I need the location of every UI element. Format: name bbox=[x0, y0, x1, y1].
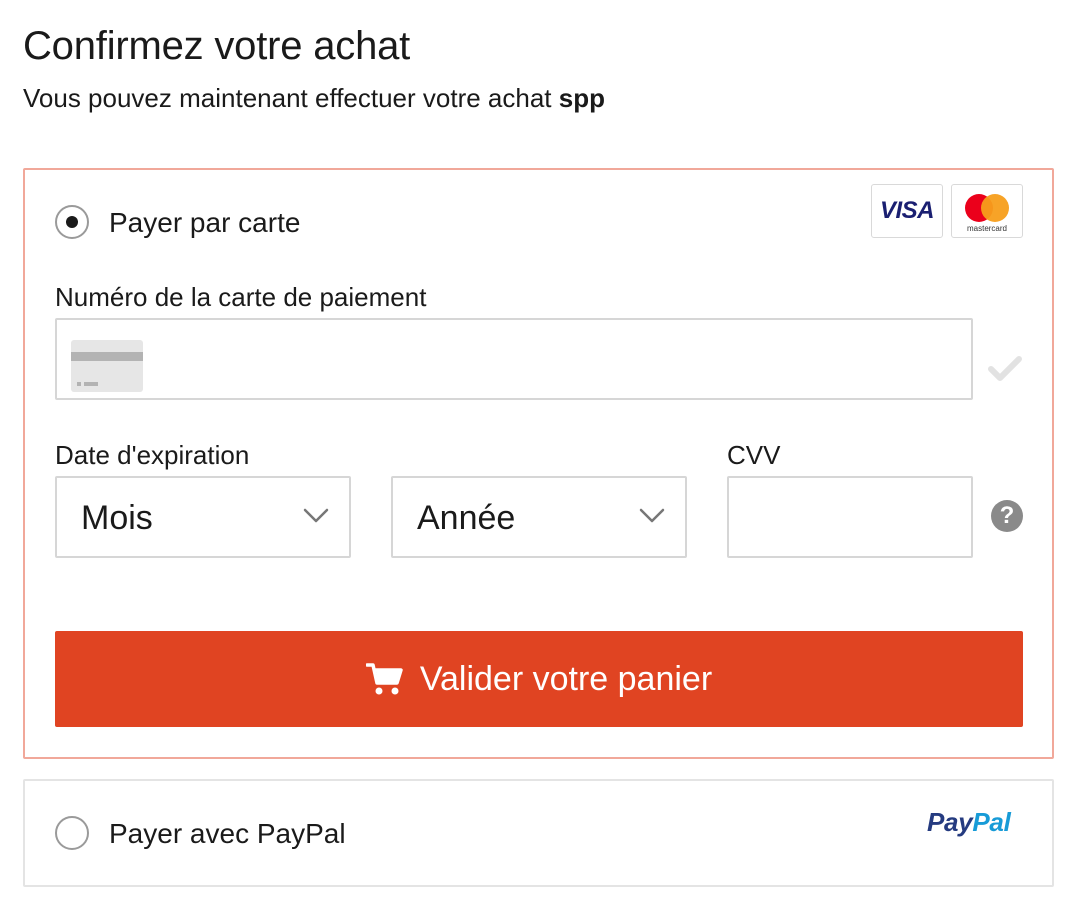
paypal-logo-part1: Pay bbox=[927, 807, 973, 837]
credit-card-icon bbox=[71, 340, 143, 392]
cvv-input[interactable] bbox=[727, 476, 973, 558]
validate-cart-button[interactable]: Valider votre panier bbox=[55, 631, 1023, 727]
paypal-logo: PayPal bbox=[927, 807, 1011, 838]
subtitle-text: Vous pouvez maintenant effectuer votre a… bbox=[23, 83, 552, 113]
paypal-payment-label[interactable]: Payer avec PayPal bbox=[109, 818, 346, 850]
page-title: Confirmez votre achat bbox=[23, 24, 411, 68]
card-payment-radio[interactable] bbox=[55, 205, 89, 239]
chevron-down-icon bbox=[639, 508, 665, 523]
chevron-down-icon bbox=[303, 508, 329, 523]
help-icon[interactable]: ? bbox=[991, 500, 1023, 532]
cart-icon bbox=[365, 663, 403, 695]
mastercard-logo: mastercard bbox=[951, 184, 1023, 238]
product-name: spp bbox=[558, 83, 605, 113]
card-payment-label[interactable]: Payer par carte bbox=[109, 207, 300, 239]
page-subtitle: Vous pouvez maintenant effectuer votre a… bbox=[23, 83, 605, 114]
cvv-label: CVV bbox=[727, 440, 781, 470]
month-select[interactable]: Mois bbox=[55, 476, 351, 558]
card-number-label: Numéro de la carte de paiement bbox=[55, 282, 427, 312]
year-select[interactable]: Année bbox=[391, 476, 687, 558]
card-number-input[interactable] bbox=[55, 318, 973, 400]
paypal-logo-part2: Pal bbox=[972, 807, 1011, 837]
visa-logo: VISA bbox=[871, 184, 943, 238]
validate-cart-label: Valider votre panier bbox=[419, 659, 713, 698]
visa-logo-text: VISA bbox=[879, 197, 935, 224]
paypal-payment-panel: Payer avec PayPal PayPal bbox=[23, 779, 1054, 887]
paypal-payment-radio[interactable] bbox=[55, 816, 89, 850]
mastercard-logo-text: mastercard bbox=[966, 224, 1007, 233]
card-payment-panel: Payer par carte VISA mastercard Numéro d… bbox=[23, 168, 1054, 759]
month-select-value: Mois bbox=[81, 499, 153, 537]
expiration-date-label: Date d'expiration bbox=[55, 440, 250, 470]
year-select-value: Année bbox=[417, 499, 516, 537]
check-icon bbox=[988, 356, 1022, 381]
